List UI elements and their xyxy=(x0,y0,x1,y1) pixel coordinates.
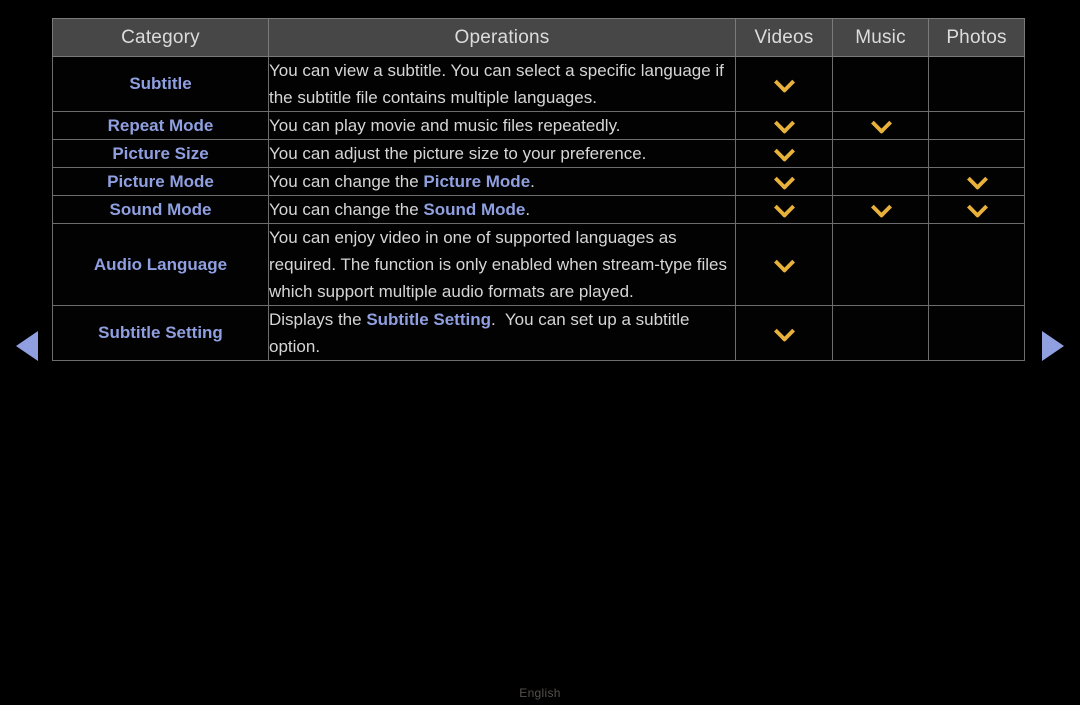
chevron-down-icon xyxy=(776,323,792,339)
cell-category: Sound Mode xyxy=(52,195,269,224)
cell-operations: You can adjust the picture size to your … xyxy=(268,139,736,168)
chevron-down-icon xyxy=(776,143,792,159)
cell-videos xyxy=(735,111,833,140)
cell-operations: You can change the Sound Mode. xyxy=(268,195,736,224)
column-header-operations: Operations xyxy=(268,18,736,57)
cell-category: Repeat Mode xyxy=(52,111,269,140)
column-header-category: Category xyxy=(52,18,269,57)
footer-language-label: English xyxy=(519,686,561,700)
chevron-down-icon xyxy=(969,199,985,215)
table-row: Sound Mode You can change the Sound Mode. xyxy=(52,195,1025,224)
cell-photos xyxy=(928,195,1025,224)
cell-videos xyxy=(735,195,833,224)
cell-music xyxy=(832,111,929,140)
column-header-photos: Photos xyxy=(928,18,1025,57)
chevron-down-icon xyxy=(776,115,792,131)
spec-table-container: Category Operations Videos Music Photos … xyxy=(52,18,1025,361)
column-header-music: Music xyxy=(832,18,929,57)
cell-category: Subtitle Setting xyxy=(52,305,269,361)
cell-category: Subtitle xyxy=(52,56,269,112)
cell-photos xyxy=(928,139,1025,168)
cell-category: Picture Size xyxy=(52,139,269,168)
cell-photos xyxy=(928,305,1025,361)
table-row: Subtitle You can view a subtitle. You can… xyxy=(52,56,1025,112)
table-header: Category Operations Videos Music Photos xyxy=(52,18,1025,57)
table-body: Subtitle You can view a subtitle. You can… xyxy=(52,56,1025,361)
cell-photos xyxy=(928,111,1025,140)
cell-photos xyxy=(928,223,1025,306)
table-row: Audio Language You can enjoy video in one… xyxy=(52,223,1025,306)
cell-photos xyxy=(928,167,1025,196)
chevron-down-icon xyxy=(776,171,792,187)
cell-music xyxy=(832,223,929,306)
chevron-down-icon xyxy=(776,74,792,90)
cell-category: Audio Language xyxy=(52,223,269,306)
cell-music xyxy=(832,305,929,361)
table-row: Picture Size You can adjust the picture s… xyxy=(52,139,1025,168)
cell-operations: You can view a subtitle. You can select … xyxy=(268,56,736,112)
cell-category: Picture Mode xyxy=(52,167,269,196)
cell-music xyxy=(832,56,929,112)
triangle-right-icon[interactable] xyxy=(1042,331,1064,361)
cell-videos xyxy=(735,223,833,306)
chevron-down-icon xyxy=(873,199,889,215)
cell-operations: You can enjoy video in one of supported … xyxy=(268,223,736,306)
table-header-row: Category Operations Videos Music Photos xyxy=(52,18,1025,57)
cell-videos xyxy=(735,139,833,168)
cell-videos xyxy=(735,305,833,361)
chevron-down-icon xyxy=(776,254,792,270)
chevron-down-icon xyxy=(776,199,792,215)
chevron-down-icon xyxy=(969,171,985,187)
table-row: Subtitle Setting Displays the Subtitle Se… xyxy=(52,305,1025,361)
media-play-options-table: Category Operations Videos Music Photos … xyxy=(52,18,1025,361)
table-row: Picture Mode You can change the Picture M… xyxy=(52,167,1025,196)
cell-music xyxy=(832,139,929,168)
column-header-videos: Videos xyxy=(735,18,833,57)
cell-music xyxy=(832,167,929,196)
cell-operations: You can play movie and music files repea… xyxy=(268,111,736,140)
triangle-left-icon[interactable] xyxy=(16,331,38,361)
cell-videos xyxy=(735,56,833,112)
chevron-down-icon xyxy=(873,115,889,131)
cell-music xyxy=(832,195,929,224)
cell-operations: You can change the Picture Mode. xyxy=(268,167,736,196)
cell-operations: Displays the Subtitle Setting. You can s… xyxy=(268,305,736,361)
cell-videos xyxy=(735,167,833,196)
table-row: Repeat Mode You can play movie and music … xyxy=(52,111,1025,140)
cell-photos xyxy=(928,56,1025,112)
